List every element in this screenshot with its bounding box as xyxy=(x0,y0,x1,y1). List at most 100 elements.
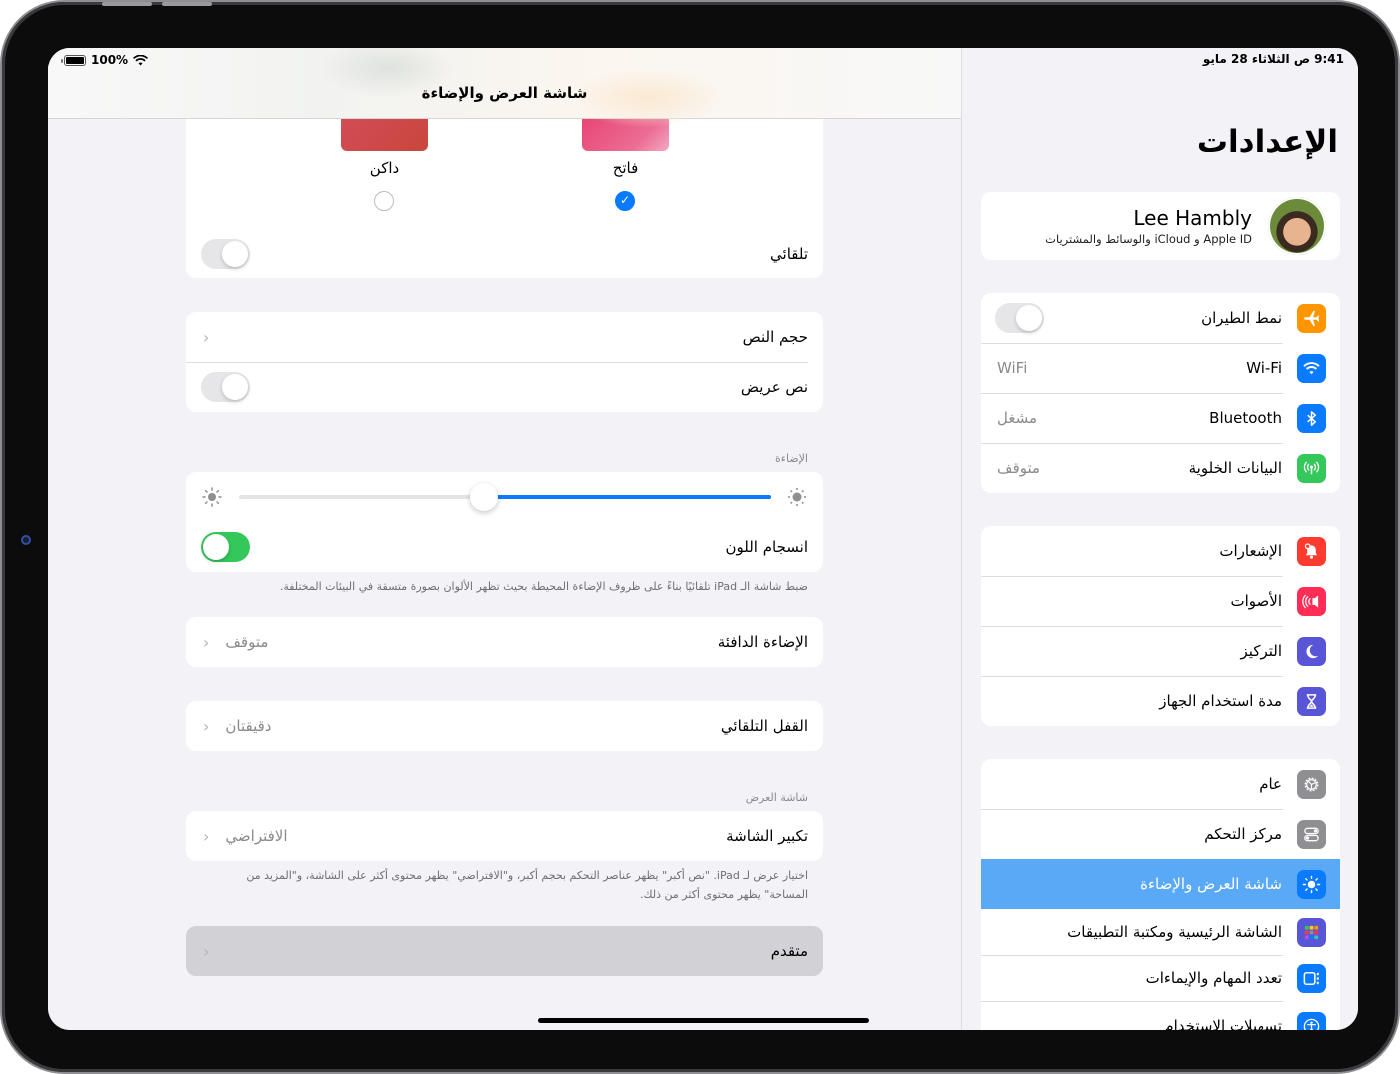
display-zoom-footnote: اختيار عرض لـ iPad. "نص أكبر" يظهر عناصر… xyxy=(246,869,808,901)
advanced-label: متقدم xyxy=(770,942,808,960)
sidebar-item-home-screen[interactable]: الشاشة الرئيسية ومكتبة التطبيقات xyxy=(981,909,1340,955)
sidebar-item-sounds[interactable]: الأصوات xyxy=(981,576,1340,626)
auto-lock-row[interactable]: القفل التلقائي دقيقتان ‹ xyxy=(186,701,823,751)
focus-label: التركيز xyxy=(1240,642,1282,660)
bluetooth-icon xyxy=(1297,403,1326,433)
cellular-label: البيانات الخلوية xyxy=(1188,459,1282,477)
sidebar-item-bluetooth[interactable]: Bluetooth مشغل xyxy=(981,393,1340,443)
airplane-icon xyxy=(1297,303,1326,333)
auto-lock-label: القفل التلقائي xyxy=(720,717,808,735)
airplane-mode-label: نمط الطيران xyxy=(1201,309,1282,327)
appearance-group: فاتح داكن ✓ تلقائي xyxy=(186,119,823,278)
top-button xyxy=(162,2,212,6)
brightness-header: الإضاءة xyxy=(775,452,808,465)
battery-percent: 100% xyxy=(91,53,129,67)
auto-lock-group: القفل التلقائي دقيقتان ‹ xyxy=(186,701,823,751)
home-screen-label: الشاشة الرئيسية ومكتبة التطبيقات xyxy=(1067,923,1282,941)
true-tone-row: انسجام اللون xyxy=(186,522,823,572)
automatic-row: تلقائي xyxy=(186,229,823,278)
screen: 100% شاشة العرض والإضاءة فاتح داكن ✓ تلق… xyxy=(48,48,1358,1030)
sidebar-item-focus[interactable]: التركيز xyxy=(981,626,1340,676)
night-shift-group: الإضاءة الدافئة متوقف ‹ xyxy=(186,617,823,667)
night-shift-row[interactable]: الإضاءة الدافئة متوقف ‹ xyxy=(186,617,823,667)
sun-small-icon xyxy=(202,487,222,507)
automatic-toggle[interactable] xyxy=(201,238,250,269)
wifi-status-icon xyxy=(133,54,149,65)
notifications-group: الإشعارات الأصوات التركيز مدة استخدام ال… xyxy=(981,526,1340,726)
bold-text-label: نص عريض xyxy=(740,378,808,396)
true-tone-toggle[interactable] xyxy=(201,532,250,562)
night-shift-value: متوقف xyxy=(225,633,269,651)
night-shift-label: الإضاءة الدافئة xyxy=(717,633,808,651)
settings-sidebar: 9:41 ص الثلاثاء 28 مايو الإعدادات Lee Ha… xyxy=(961,48,1358,1030)
multitasking-label: تعدد المهام والإيماءات xyxy=(1145,969,1282,987)
sidebar-item-control-center[interactable]: مركز التحكم xyxy=(981,809,1340,859)
navigation-bar: 100% شاشة العرض والإضاءة xyxy=(48,48,961,128)
sidebar-item-airplane-mode: نمط الطيران xyxy=(981,293,1340,343)
display-zoom-value: الافتراضي xyxy=(225,827,288,845)
sidebar-item-display-brightness[interactable]: شاشة العرض والإضاءة xyxy=(981,859,1340,909)
display-header: شاشة العرض xyxy=(745,791,808,804)
appearance-picker: فاتح داكن ✓ xyxy=(186,119,823,229)
sidebar-item-screen-time[interactable]: مدة استخدام الجهاز xyxy=(981,676,1340,726)
dark-mode-radio[interactable] xyxy=(374,191,394,211)
connectivity-group: نمط الطيران Wi-Fi WiFi Bluetooth مشغل ال… xyxy=(981,293,1340,493)
brightness-slider-row xyxy=(186,472,823,522)
dark-mode-preview[interactable] xyxy=(341,119,428,151)
sidebar-item-accessibility[interactable]: تسهيلات الاستخدام xyxy=(981,1001,1340,1030)
display-brightness-label: شاشة العرض والإضاءة xyxy=(1140,875,1282,893)
sun-icon xyxy=(1297,869,1326,899)
multitasking-icon xyxy=(1297,963,1326,993)
wifi-icon xyxy=(1297,353,1326,383)
speaker-icon xyxy=(1297,586,1326,616)
notifications-label: الإشعارات xyxy=(1219,542,1282,560)
sidebar-item-wifi[interactable]: Wi-Fi WiFi xyxy=(981,343,1340,393)
airplane-mode-toggle[interactable] xyxy=(995,303,1044,333)
advanced-group: متقدم ‹ xyxy=(186,926,823,976)
light-mode-label: فاتح xyxy=(612,159,639,177)
front-camera xyxy=(21,535,31,545)
bluetooth-label: Bluetooth xyxy=(1209,409,1282,427)
text-size-label: حجم النص xyxy=(742,328,808,346)
status-time-date: 9:41 ص الثلاثاء 28 مايو xyxy=(1202,52,1344,66)
moon-icon xyxy=(1297,636,1326,666)
bluetooth-value: مشغل xyxy=(997,409,1038,427)
text-size-row[interactable]: حجم النص ‹ xyxy=(186,312,823,362)
top-button xyxy=(102,2,152,6)
brightness-slider-fill xyxy=(483,495,771,499)
apple-id-profile[interactable]: Lee Hambly Apple ID و iCloud والوسائط وا… xyxy=(981,192,1340,260)
auto-lock-value: دقيقتان xyxy=(225,717,272,735)
bold-text-toggle[interactable] xyxy=(201,372,250,402)
chevron-left-icon: ‹ xyxy=(203,941,210,961)
cellular-value: متوقف xyxy=(997,459,1041,477)
automatic-label: تلقائي xyxy=(770,244,808,263)
display-zoom-label: تكبير الشاشة xyxy=(726,827,808,845)
battery-icon xyxy=(61,54,86,66)
brightness-slider-thumb[interactable] xyxy=(469,483,498,511)
app-grid-icon xyxy=(1297,917,1326,947)
sidebar-title: الإعدادات xyxy=(1196,124,1338,160)
gear-icon xyxy=(1297,769,1326,799)
wifi-value: WiFi xyxy=(997,359,1028,377)
dark-mode-label: داكن xyxy=(369,159,400,177)
light-mode-radio[interactable]: ✓ xyxy=(615,191,635,211)
accessibility-icon xyxy=(1297,1011,1326,1030)
general-group: عام مركز التحكم شاشة العرض والإضاءة الشا… xyxy=(981,759,1340,1030)
switches-icon xyxy=(1297,819,1326,849)
chevron-left-icon: ‹ xyxy=(203,716,210,736)
sidebar-item-general[interactable]: عام xyxy=(981,759,1340,809)
sounds-label: الأصوات xyxy=(1230,592,1283,610)
sun-large-icon xyxy=(788,488,806,506)
advanced-row[interactable]: متقدم ‹ xyxy=(186,926,823,976)
control-center-label: مركز التحكم xyxy=(1204,825,1282,843)
display-zoom-row[interactable]: تكبير الشاشة الافتراضي ‹ xyxy=(186,811,823,861)
home-indicator[interactable] xyxy=(538,1018,869,1023)
sidebar-item-multitasking[interactable]: تعدد المهام والإيماءات xyxy=(981,955,1340,1001)
ipad-frame: 100% شاشة العرض والإضاءة فاتح داكن ✓ تلق… xyxy=(2,2,1398,1072)
sidebar-item-notifications[interactable]: الإشعارات xyxy=(981,526,1340,576)
hourglass-icon xyxy=(1297,686,1326,716)
sidebar-item-cellular[interactable]: البيانات الخلوية متوقف xyxy=(981,443,1340,493)
brightness-slider[interactable] xyxy=(239,483,771,511)
avatar xyxy=(1268,197,1326,255)
brightness-group: انسجام اللون xyxy=(186,472,823,572)
